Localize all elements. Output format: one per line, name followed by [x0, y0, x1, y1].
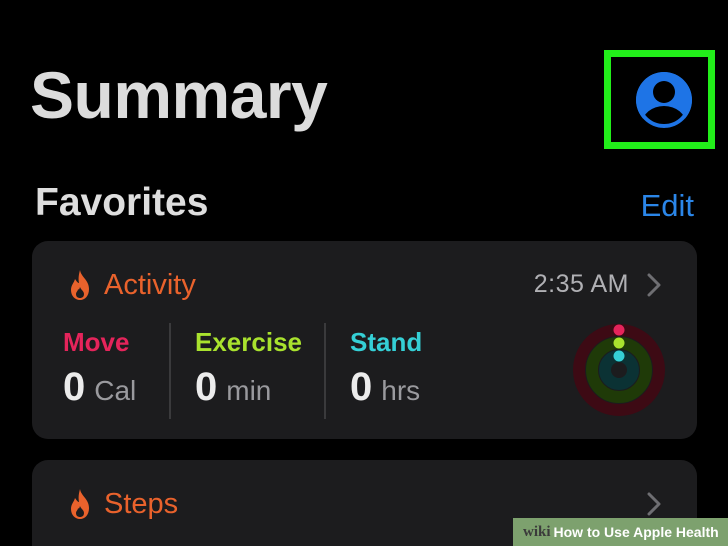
activity-card[interactable]: Activity 2:35 AM Move 0 Cal Exercise 0 m… — [32, 241, 697, 439]
stand-metric: Stand 0 hrs — [350, 329, 422, 407]
exercise-value: 0 — [195, 365, 218, 409]
flame-icon — [71, 489, 89, 519]
steps-card-title: Steps — [104, 487, 179, 520]
profile-button[interactable] — [636, 72, 692, 128]
page-title: Summary — [30, 58, 328, 132]
stand-label: Stand — [350, 327, 423, 357]
move-label: Move — [63, 327, 130, 357]
exercise-label: Exercise — [195, 327, 302, 357]
activity-card-title: Activity — [104, 268, 196, 301]
edit-button[interactable]: Edit — [641, 190, 694, 221]
move-metric: Move 0 Cal — [63, 329, 136, 407]
favorites-heading: Favorites — [35, 181, 209, 224]
metric-divider — [324, 323, 326, 419]
flame-icon — [71, 270, 89, 300]
watermark-text: How to Use Apple Health — [553, 524, 719, 540]
activity-card-time: 2:35 AM — [533, 270, 629, 298]
move-unit: Cal — [94, 375, 137, 406]
wikihow-watermark: wiki How to Use Apple Health — [513, 518, 728, 546]
move-value: 0 — [63, 365, 86, 409]
exercise-metric: Exercise 0 min — [195, 329, 302, 407]
activity-card-header: Activity — [66, 269, 196, 301]
stand-value: 0 — [350, 365, 373, 409]
chevron-right-icon — [647, 273, 661, 297]
activity-rings-icon — [573, 324, 665, 416]
exercise-unit: min — [226, 375, 272, 406]
metric-divider — [169, 323, 171, 419]
steps-card-header: Steps — [66, 488, 178, 520]
watermark-brand: wiki — [523, 523, 551, 540]
chevron-right-icon — [647, 492, 661, 516]
stand-unit: hrs — [381, 375, 421, 406]
